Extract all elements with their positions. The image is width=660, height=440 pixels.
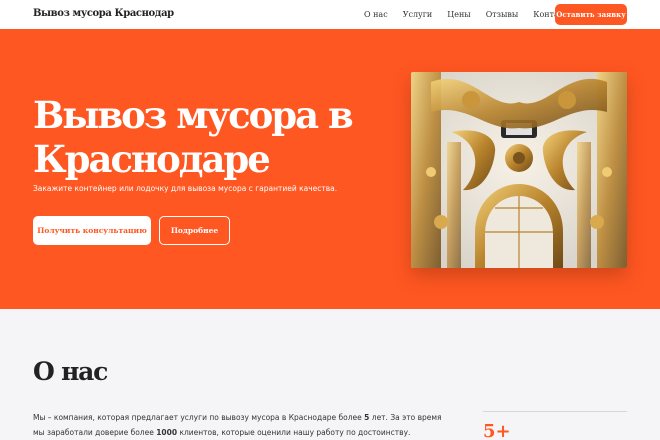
nav-link-services[interactable]: Услуги: [403, 10, 433, 19]
get-consultation-button[interactable]: Получить консультацию: [33, 216, 151, 245]
stat-divider: [483, 411, 627, 412]
nav-link-prices[interactable]: Цены: [447, 10, 470, 19]
about-description: Мы – компания, которая предлагает услуги…: [33, 413, 442, 437]
nav-link-about[interactable]: О нас: [364, 10, 388, 19]
years-stat-number: 5+: [483, 421, 511, 440]
brand-logo-text[interactable]: Вывоз мусора Краснодар: [33, 8, 174, 19]
main-nav: О нас Услуги Цены Отзывы Контакты: [364, 10, 575, 19]
clients-value: 1000: [156, 428, 178, 437]
hero-section: Вывоз мусора в Краснодаре Закажите конте…: [0, 29, 660, 309]
hero-title: Вывоз мусора в Краснодаре: [33, 93, 354, 181]
site-header: Вывоз мусора Краснодар О нас Услуги Цены…: [0, 0, 660, 29]
nav-link-reviews[interactable]: Отзывы: [486, 10, 519, 19]
hero-subtitle: Закажите контейнер или лодочку для вывоз…: [33, 184, 338, 193]
leave-request-button[interactable]: Оставить заявку: [555, 4, 627, 25]
about-section-title: О нас: [33, 357, 108, 386]
more-details-button[interactable]: Подробнее: [159, 216, 230, 245]
hero-ornate-gold-photo: [411, 72, 627, 268]
